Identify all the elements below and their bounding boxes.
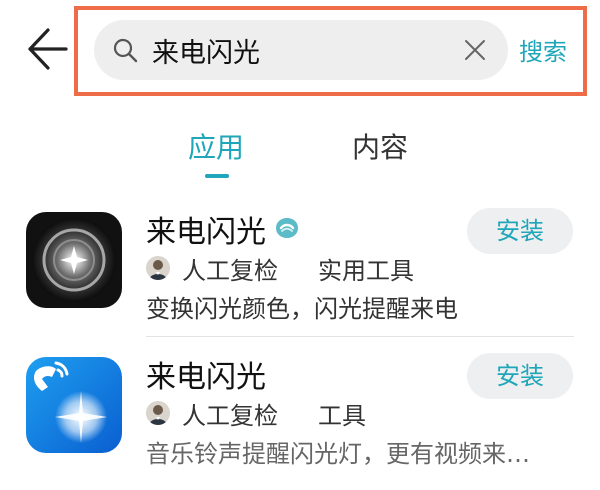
tab-content[interactable]: 内容 — [352, 126, 408, 166]
app-name: 来电闪光 — [146, 215, 266, 250]
app-name: 来电闪光 — [146, 360, 266, 395]
search-button[interactable]: 搜索 — [519, 32, 567, 67]
app-description: 音乐铃声提醒闪光灯，更有视频来… — [146, 440, 530, 468]
install-button[interactable]: 安装 — [467, 208, 573, 254]
install-button[interactable]: 安装 — [467, 353, 573, 399]
search-box[interactable] — [94, 20, 508, 80]
app-description: 变换闪光颜色，闪光提醒来电 — [146, 295, 458, 323]
back-button[interactable] — [26, 24, 70, 74]
divider — [146, 336, 574, 337]
app-list-item[interactable]: 来电闪光 人工复检 工具 音乐铃声提醒闪光灯，更有视频来… 安装 — [0, 350, 600, 490]
app-list-item[interactable]: 来电闪光 人工复检 实用工具 变换闪光颜色，闪光提醒来电 安装 — [0, 205, 600, 345]
category-label: 实用工具 — [318, 257, 414, 285]
active-tab-indicator — [205, 174, 229, 178]
avatar — [146, 401, 170, 425]
search-icon — [113, 38, 138, 63]
avatar — [146, 256, 170, 280]
flash-lens-app-icon — [26, 212, 122, 308]
category-label: 工具 — [318, 402, 366, 430]
search-input[interactable] — [152, 28, 442, 72]
phone-flash-app-icon — [26, 357, 122, 453]
close-icon[interactable] — [462, 37, 488, 63]
back-arrow-icon — [28, 28, 68, 70]
reviewer-label: 人工复检 — [182, 257, 278, 285]
tab-apps[interactable]: 应用 — [188, 126, 244, 166]
reviewer-label: 人工复检 — [182, 402, 278, 430]
verified-badge-icon — [276, 218, 298, 238]
